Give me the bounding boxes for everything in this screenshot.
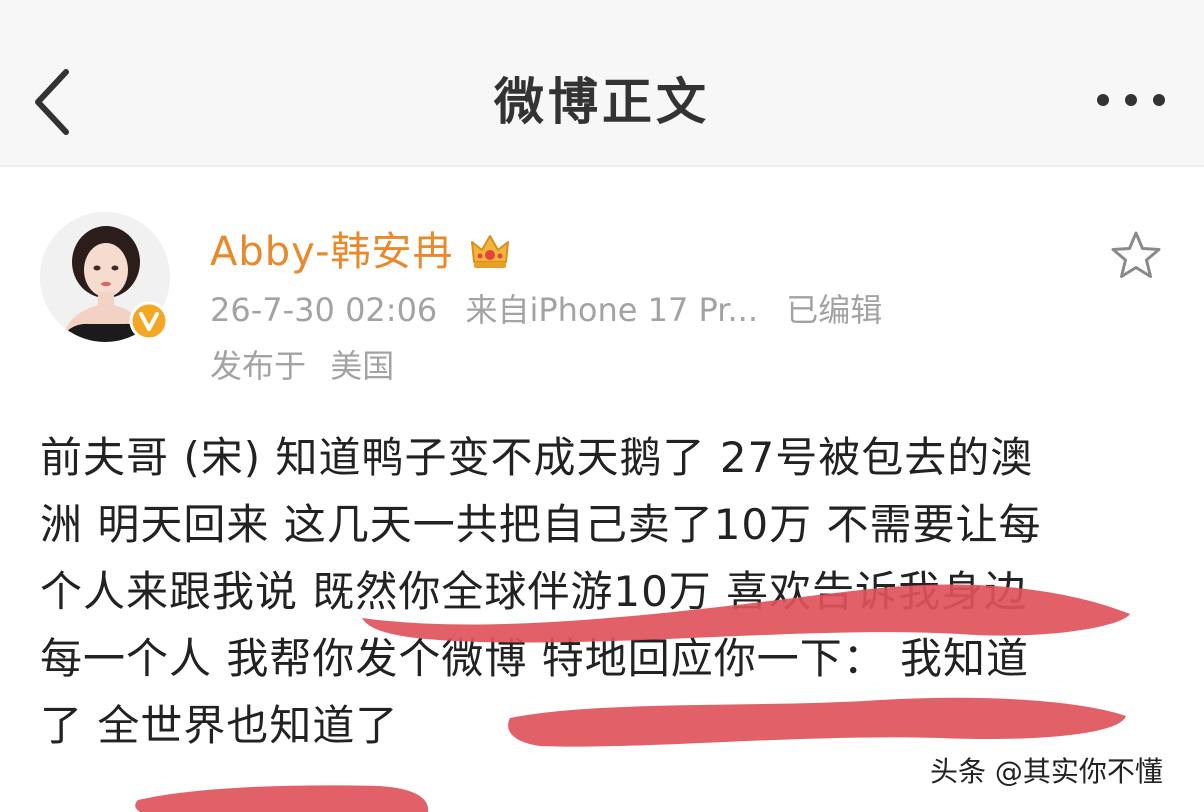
watermark: 头条 @其实你不懂 — [930, 755, 1163, 788]
star-outline-icon — [1111, 231, 1161, 278]
red-underline-mark — [135, 785, 429, 812]
weibo-post-page: 微博正文 Abby-韩安冉 26-7-30 02:06 来自iPhone 17 … — [0, 0, 1204, 812]
post-body-line: 每一个人 我帮你发个微博 特地回应你一下： 我知道 — [40, 634, 1030, 683]
post-source: 来自iPhone 17 Pr... — [465, 291, 759, 329]
post-timestamp: 26-7-30 02:06 — [210, 291, 438, 329]
page-title: 微博正文 — [494, 73, 710, 131]
author-name[interactable]: Abby-韩安冉 — [210, 224, 454, 280]
author-name-row: Abby-韩安冉 — [210, 222, 514, 282]
post-body-line: 洲 明天回来 这几天一共把自己卖了10万 不需要让每 — [40, 500, 1042, 549]
favorite-button[interactable] — [1108, 228, 1164, 284]
author-avatar[interactable] — [40, 212, 170, 342]
post-location: 发布于 美国 — [210, 344, 408, 388]
verified-badge-icon — [129, 301, 169, 341]
post-body-line: 了 全世界也知道了 — [40, 701, 399, 750]
more-horizontal-icon — [1097, 94, 1165, 106]
published-prefix: 发布于 — [210, 347, 307, 385]
edited-label[interactable]: 已编辑 — [786, 291, 882, 329]
post-body-line: 前夫哥 (宋) 知道鸭子变不成天鹅了 27号被包去的澳 — [40, 433, 1034, 482]
post-body: 前夫哥 (宋) 知道鸭子变不成天鹅了 27号被包去的澳 洲 明天回来 这几天一共… — [40, 424, 1150, 759]
post-body-line: 个人来跟我说 既然你全球伴游10万 喜欢告诉我身边 — [40, 567, 1028, 616]
more-options-button[interactable] — [1088, 80, 1174, 120]
crown-icon[interactable] — [466, 228, 514, 276]
post-meta: 26-7-30 02:06 来自iPhone 17 Pr... 已编辑 — [210, 288, 900, 332]
location-label: 美国 — [330, 347, 395, 385]
top-nav-bar: 微博正文 — [0, 0, 1204, 167]
